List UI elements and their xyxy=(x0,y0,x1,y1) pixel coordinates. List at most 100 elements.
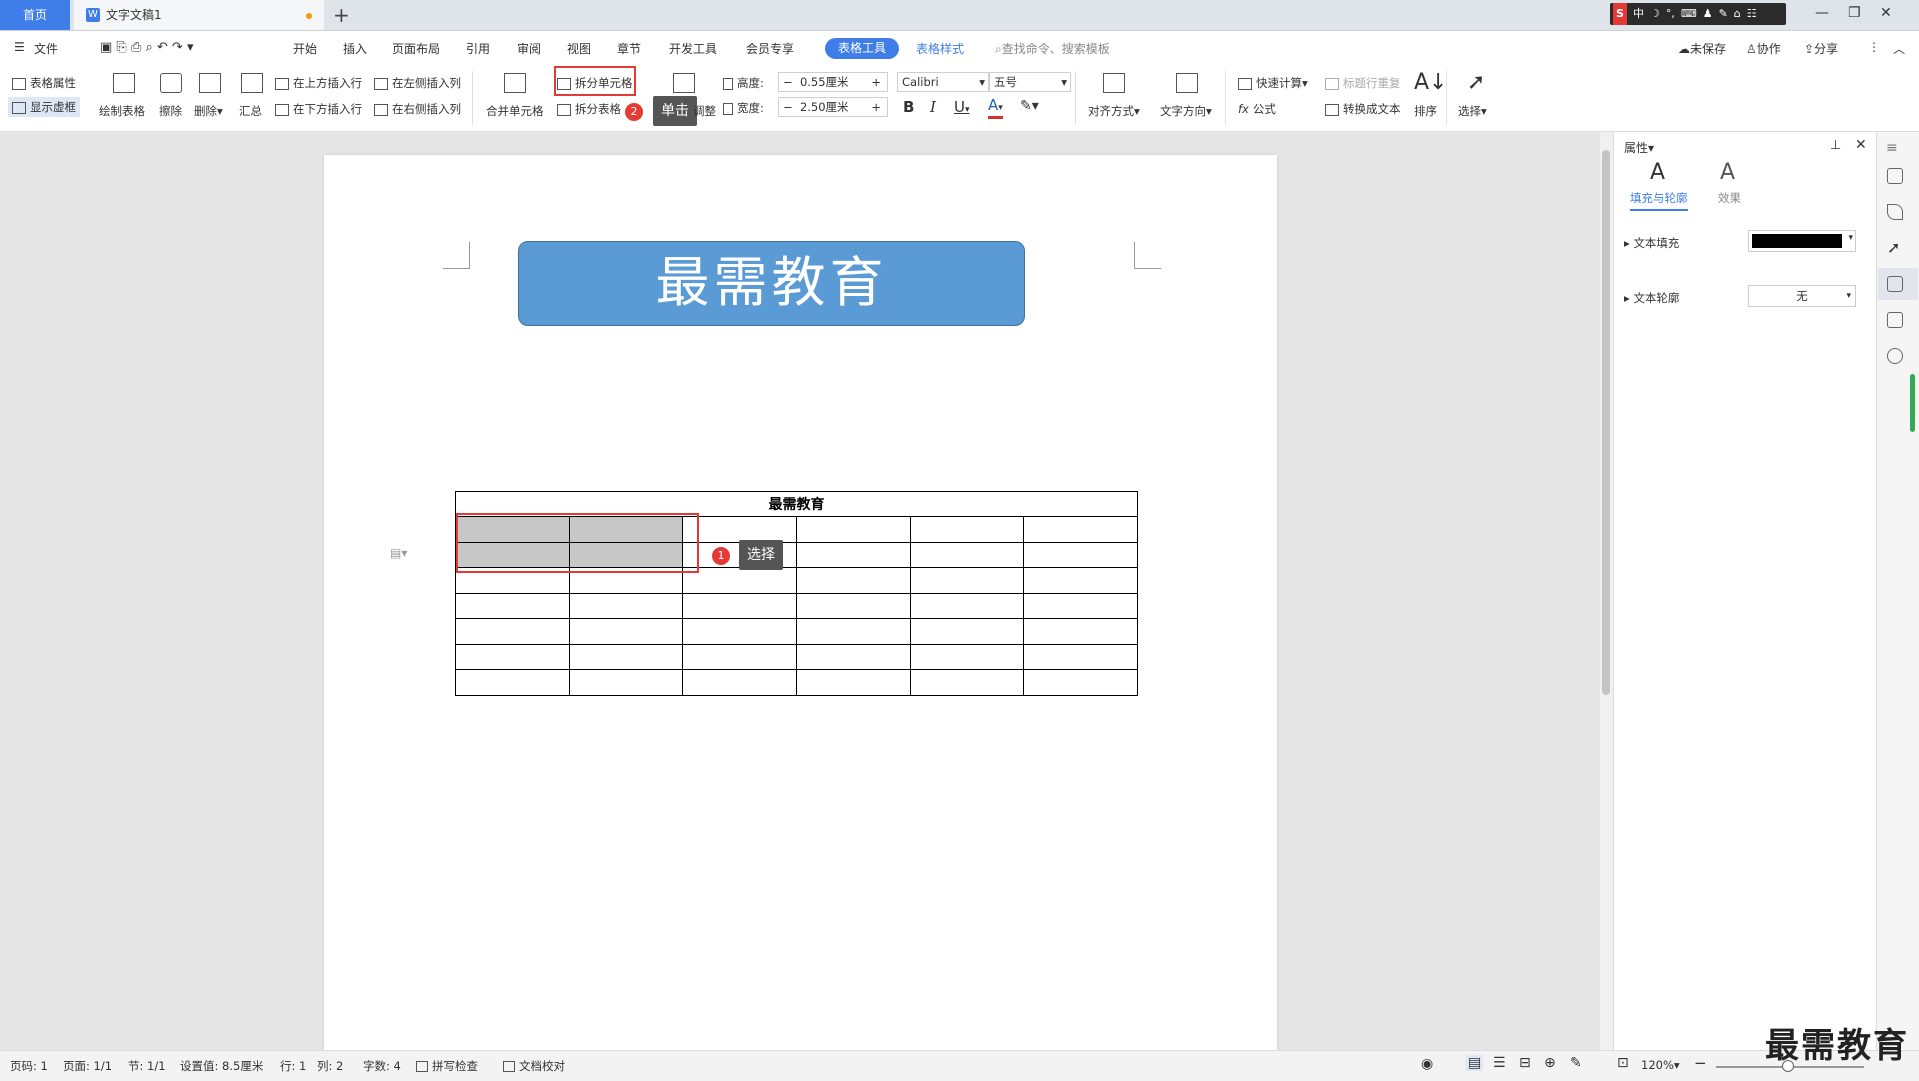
highlight-icon[interactable]: ✎▾ xyxy=(1020,98,1039,114)
status-page-num[interactable]: 页码: 1 xyxy=(10,1058,48,1074)
doc-check-button[interactable]: 文档校对 xyxy=(503,1058,565,1074)
table-cell[interactable] xyxy=(682,643,797,670)
table-cell[interactable] xyxy=(455,669,570,696)
edit-pen-icon[interactable]: ✎ xyxy=(1570,1055,1582,1071)
text-fill-color-picker[interactable]: ▾ xyxy=(1748,230,1856,252)
table-props-button[interactable]: 表格属性 xyxy=(12,75,76,91)
web-view-icon[interactable]: ⊕ xyxy=(1544,1055,1556,1071)
show-gridlines-button[interactable]: 显示虚框 xyxy=(8,97,80,117)
text-outline-select[interactable]: 无 ▾ xyxy=(1748,285,1856,307)
menu-chapter[interactable]: 章节 xyxy=(617,40,641,57)
table-cell[interactable] xyxy=(795,567,911,594)
panel-title[interactable]: 属性▾ xyxy=(1624,139,1654,156)
close-button[interactable]: ✕ xyxy=(1880,5,1892,21)
auto-fit-button[interactable]: 调整 xyxy=(693,103,716,119)
font-family-select[interactable]: Calibri ▾ xyxy=(897,72,989,92)
table-cell[interactable] xyxy=(455,618,570,645)
table-cell[interactable] xyxy=(568,669,684,696)
ime-moon-icon[interactable]: ☽ xyxy=(1650,3,1660,25)
share-button[interactable]: ⇪分享 xyxy=(1804,40,1838,57)
table-cell[interactable] xyxy=(455,592,570,619)
delete-button[interactable]: 删除▾ xyxy=(194,103,223,119)
menu-developer[interactable]: 开发工具 xyxy=(669,40,717,57)
table-cell[interactable] xyxy=(682,516,797,543)
align-button[interactable]: 对齐方式▾ xyxy=(1088,103,1140,119)
table-cell[interactable] xyxy=(795,516,911,543)
scrollbar-thumb[interactable] xyxy=(1602,150,1610,695)
table-cell[interactable] xyxy=(909,643,1025,670)
font-color-button[interactable]: A▾ xyxy=(988,98,1003,119)
zoom-level[interactable]: 120%▾ xyxy=(1641,1058,1680,1072)
add-tab-button[interactable]: + xyxy=(333,3,350,27)
menu-view[interactable]: 视图 xyxy=(567,40,591,57)
font-size-select[interactable]: 五号 ▾ xyxy=(989,72,1071,92)
quick-access-toolbar[interactable]: ▣ ⎘ ⎙ ⌕ ↶ ↷ ▾ xyxy=(100,40,193,55)
minimize-button[interactable]: — xyxy=(1815,5,1829,21)
pointer-icon[interactable]: ➚ xyxy=(1887,240,1903,256)
table-cell[interactable] xyxy=(682,567,797,594)
insert-left-button[interactable]: 在左侧插入列 xyxy=(374,75,461,91)
tab-effect[interactable]: 效果 xyxy=(1718,190,1741,206)
summary-button[interactable]: 汇总 xyxy=(239,103,262,119)
table-cell[interactable] xyxy=(1023,592,1138,619)
ime-menu-icon[interactable]: ☷ xyxy=(1747,3,1757,25)
status-col[interactable]: 列: 2 xyxy=(317,1058,343,1074)
erase-button[interactable]: 擦除 xyxy=(159,103,182,119)
table-cell[interactable] xyxy=(1023,541,1138,568)
table-cell[interactable] xyxy=(455,643,570,670)
table-cell[interactable] xyxy=(682,669,797,696)
archive-icon[interactable] xyxy=(1887,312,1903,328)
table-cell[interactable] xyxy=(909,618,1025,645)
menu-home[interactable]: 开始 xyxy=(293,40,317,57)
table-cell[interactable] xyxy=(795,618,911,645)
to-text-button[interactable]: 转换成文本 xyxy=(1325,101,1401,117)
select-button[interactable]: 选择▾ xyxy=(1458,103,1487,119)
split-table-button[interactable]: 拆分表格 xyxy=(557,101,621,117)
underline-button[interactable]: U▾ xyxy=(954,98,970,116)
ime-punct-icon[interactable]: °, xyxy=(1666,3,1675,25)
width-stepper[interactable]: − 2.50厘米 + xyxy=(778,97,888,117)
table-cell[interactable] xyxy=(568,618,684,645)
pin-icon[interactable]: ⊥ xyxy=(1830,138,1841,153)
table-cell[interactable] xyxy=(795,541,911,568)
text-fill-label[interactable]: ▸ 文本填充 xyxy=(1624,235,1679,251)
sidebar-collapse-icon[interactable]: ≡ xyxy=(1886,140,1898,156)
menu-table-style[interactable]: 表格样式 xyxy=(916,40,964,57)
ime-lang-icon[interactable]: 中 xyxy=(1633,3,1644,25)
quick-calc-button[interactable]: 快速计算▾ xyxy=(1238,75,1308,91)
table-cell[interactable] xyxy=(1023,516,1138,543)
page-view-icon[interactable]: ▤ xyxy=(1466,1055,1484,1071)
collab-button[interactable]: ♙协作 xyxy=(1746,40,1781,57)
status-pages[interactable]: 页面: 1/1 xyxy=(63,1058,112,1074)
ime-tool-icon[interactable]: ✎ xyxy=(1719,3,1728,25)
text-direction-button[interactable]: 文字方向▾ xyxy=(1160,103,1212,119)
restore-button[interactable]: ❐ xyxy=(1848,5,1861,21)
ime-skin-icon[interactable]: ♟ xyxy=(1703,3,1713,25)
eye-icon[interactable]: ◉ xyxy=(1421,1056,1433,1072)
insert-above-button[interactable]: 在上方插入行 xyxy=(275,75,362,91)
table-cell[interactable] xyxy=(795,669,911,696)
table-cell[interactable] xyxy=(1023,643,1138,670)
zoom-out-button[interactable]: − xyxy=(1694,1054,1707,1072)
width-minus-button[interactable]: − xyxy=(783,100,793,114)
menu-table-tools[interactable]: 表格工具 xyxy=(825,38,899,59)
tab-document[interactable]: W 文字文稿1 xyxy=(74,0,324,30)
insert-right-button[interactable]: 在右侧插入列 xyxy=(374,101,461,117)
collapse-ribbon-icon[interactable]: ︿ xyxy=(1893,40,1905,57)
properties-sliders-icon[interactable] xyxy=(1887,276,1903,292)
height-minus-button[interactable]: − xyxy=(783,75,793,89)
reading-view-icon[interactable]: ⊟ xyxy=(1519,1055,1531,1071)
style-icon[interactable] xyxy=(1887,168,1903,184)
tab-home[interactable]: 首页 xyxy=(0,0,70,30)
command-search[interactable]: ⌕查找命令、搜索模板 xyxy=(995,40,1110,57)
merge-cells-button[interactable]: 合并单元格 xyxy=(486,103,544,119)
menu-references[interactable]: 引用 xyxy=(466,40,490,57)
sort-button[interactable]: 排序 xyxy=(1414,103,1437,119)
repeat-header-button[interactable]: 标题行重复 xyxy=(1325,75,1401,91)
menu-file[interactable]: 文件 xyxy=(34,40,58,57)
italic-button[interactable]: I xyxy=(930,98,936,116)
table-cell[interactable] xyxy=(909,541,1025,568)
help-icon[interactable] xyxy=(1887,348,1903,364)
width-plus-button[interactable]: + xyxy=(871,98,881,116)
tab-fill-outline[interactable]: 填充与轮廓 xyxy=(1630,190,1688,211)
